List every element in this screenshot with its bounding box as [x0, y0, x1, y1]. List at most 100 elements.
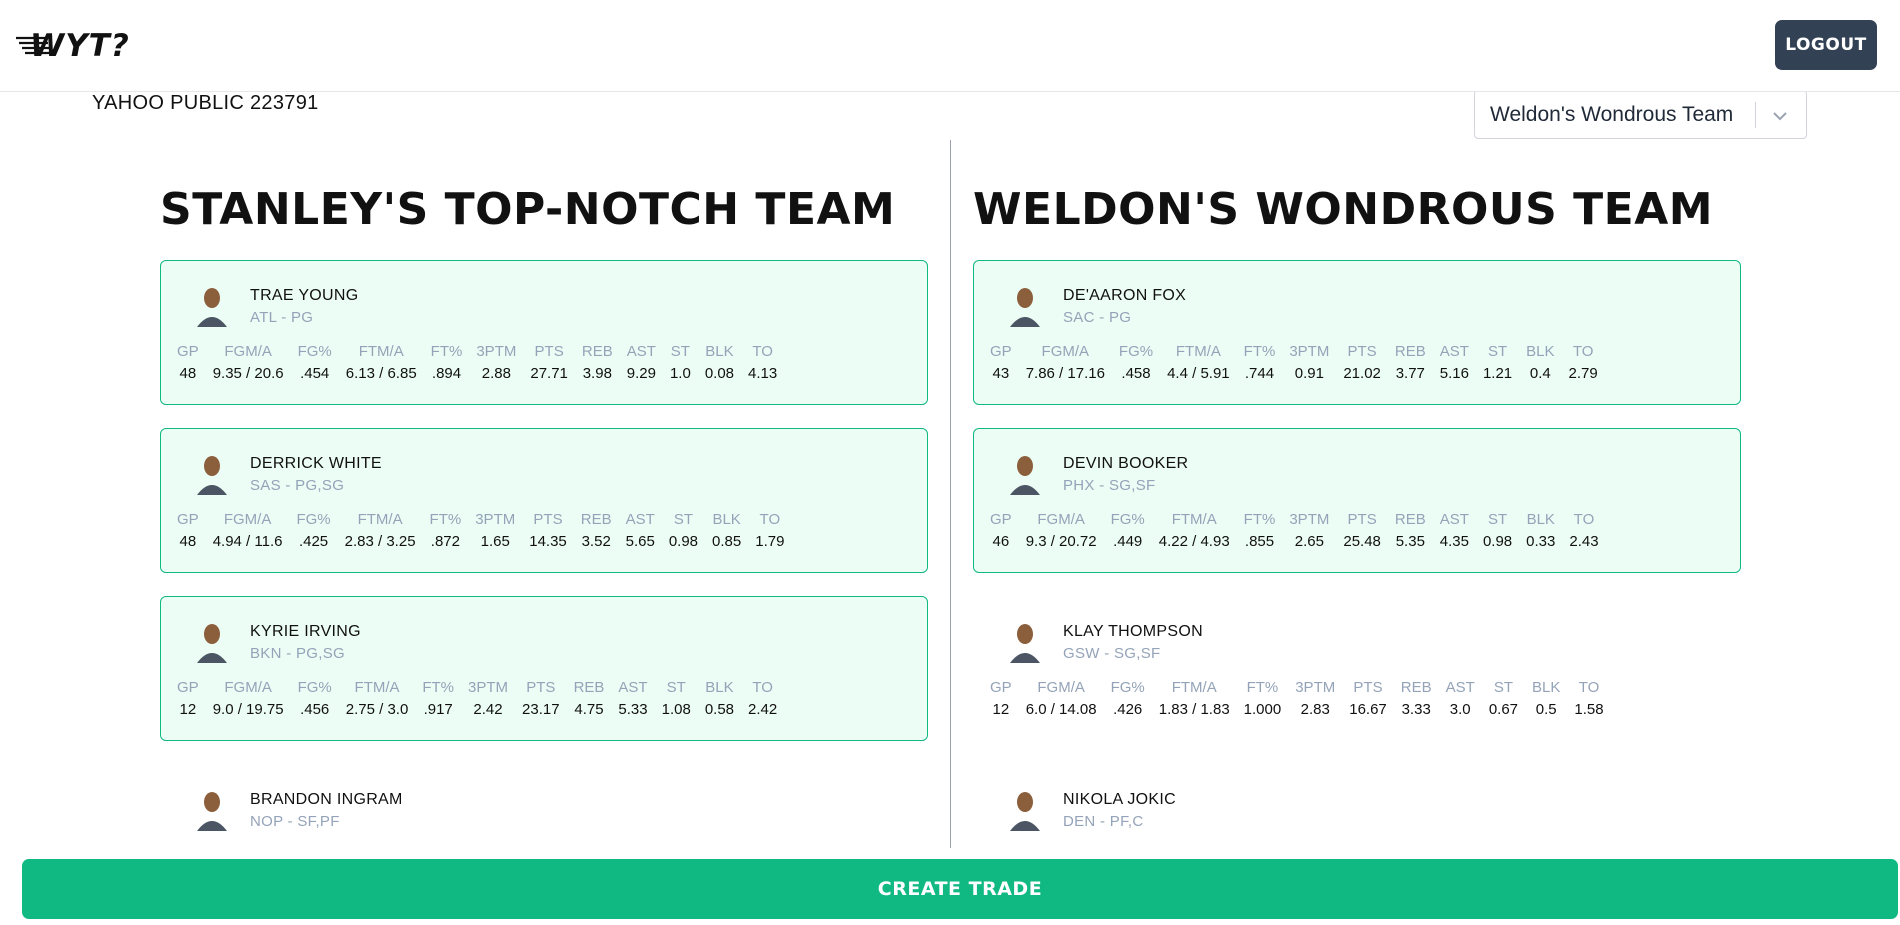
stat-column: AST 3.0 [1446, 677, 1475, 721]
stat-column: FT% 1.000 [1244, 677, 1282, 721]
stat-value: .454 [300, 365, 330, 382]
stat-value: 3.0 [1449, 701, 1471, 718]
stat-header: BLK [705, 679, 734, 696]
stat-value: 3.52 [581, 533, 611, 550]
stat-column: REB 3.77 [1395, 341, 1426, 385]
stat-column: PTS 25.48 [1343, 509, 1381, 553]
stat-value: .917 [423, 701, 453, 718]
player-avatar-icon [1010, 456, 1040, 495]
stat-column: ST 1.0 [670, 341, 691, 385]
player-stats-row: GP 46 FGM/A 9.3 / 20.72 FG% .449 FTM/A 4.22 / 4… [990, 509, 1613, 553]
stat-value: 2.79 [1568, 365, 1598, 382]
stat-value: 9.3 / 20.72 [1025, 533, 1097, 550]
stat-header: ST [666, 679, 686, 696]
stat-header: FT% [429, 511, 462, 528]
stat-header: GP [990, 679, 1012, 696]
player-card[interactable]: KYRIE IRVING BKN - PG,SG GP 12 FGM/A 9.0 / 19… [160, 596, 928, 741]
stat-header: ST [670, 343, 690, 360]
stat-value: 6.13 / 6.85 [345, 365, 417, 382]
stat-column: ST 0.67 [1489, 677, 1518, 721]
stat-value: 9.35 / 20.6 [212, 365, 284, 382]
stat-column: REB 3.52 [581, 509, 612, 553]
stat-value: 1.21 [1482, 365, 1513, 382]
stat-value: 1.08 [661, 701, 691, 718]
stat-header: AST [618, 679, 648, 696]
stat-column: FG% .456 [298, 677, 332, 721]
stat-header: TO [752, 343, 773, 360]
stat-value: 5.35 [1395, 533, 1425, 550]
stat-column: AST 5.65 [626, 509, 655, 553]
stat-column: FTM/A 1.83 / 1.83 [1159, 677, 1230, 721]
stat-header: TO [1573, 511, 1595, 528]
player-card[interactable]: DERRICK WHITE SAS - PG,SG GP 48 FGM/A 4.94 / … [160, 428, 928, 573]
stat-value: 1.58 [1574, 701, 1604, 718]
app-logo[interactable]: WYT? [16, 28, 151, 64]
stat-column: ST 0.98 [1483, 509, 1512, 553]
stat-column: 3PTM 2.83 [1295, 677, 1335, 721]
stat-column: BLK 0.85 [712, 509, 741, 553]
stat-value: 7.86 / 17.16 [1025, 365, 1105, 382]
stat-header: BLK [1526, 343, 1555, 360]
stat-header: FGM/A [1037, 511, 1085, 528]
stat-header: BLK [1532, 679, 1561, 696]
left-team-title: STANLEY'S TOP-NOTCH TEAM [160, 184, 896, 235]
stat-value: .872 [430, 533, 460, 550]
stat-header: PTS [1347, 511, 1377, 528]
stat-header: FGM/A [224, 679, 272, 696]
stat-value: .426 [1113, 701, 1143, 718]
stat-header: FT% [422, 679, 454, 696]
stat-header: GP [990, 511, 1012, 528]
stat-column: REB 3.33 [1401, 677, 1432, 721]
stat-column: AST 9.29 [627, 341, 656, 385]
stat-column: 3PTM 2.65 [1289, 509, 1329, 553]
stat-header: BLK [712, 511, 741, 528]
player-team-position: NOP - SF,PF [250, 813, 340, 830]
stat-column: AST 4.35 [1440, 509, 1469, 553]
stat-header: FTM/A [358, 343, 404, 360]
team-select[interactable]: Weldon's Wondrous Team [1474, 90, 1807, 139]
player-card[interactable]: DEVIN BOOKER PHX - SG,SF GP 46 FGM/A 9.3 / 20… [973, 428, 1741, 573]
stat-column: GP 48 [177, 341, 199, 385]
stat-header: FT% [1246, 679, 1279, 696]
player-team-position: PHX - SG,SF [1063, 477, 1156, 494]
stat-value: 0.91 [1294, 365, 1324, 382]
player-avatar-icon [197, 456, 227, 495]
stat-header: ST [673, 511, 694, 528]
stat-value: 9.0 / 19.75 [212, 701, 284, 718]
stat-value: 4.22 / 4.93 [1158, 533, 1230, 550]
stat-column: PTS 21.02 [1343, 341, 1381, 385]
stat-value: 3.98 [582, 365, 612, 382]
player-card[interactable]: DE'AARON FOX SAC - PG GP 43 FGM/A 7.86 / 17.1… [973, 260, 1741, 405]
stat-column: AST 5.33 [618, 677, 647, 721]
player-card[interactable]: TRAE YOUNG ATL - PG GP 48 FGM/A 9.35 / 20.6 FG… [160, 260, 928, 405]
stat-header: AST [626, 343, 656, 360]
stat-column: TO 2.42 [748, 677, 777, 721]
player-card[interactable]: KLAY THOMPSON GSW - SG,SF GP 12 FGM/A 6.0 / 1… [973, 596, 1741, 741]
stat-column: FTM/A 2.83 / 3.25 [345, 509, 416, 553]
stat-column: FT% .872 [430, 509, 462, 553]
create-trade-button[interactable]: CREATE TRADE [22, 859, 1898, 919]
stat-column: FTM/A 4.4 / 5.91 [1167, 341, 1230, 385]
stat-value: 46 [992, 533, 1010, 550]
chevron-down-icon[interactable] [1767, 103, 1793, 129]
stat-value: 23.17 [522, 701, 560, 718]
stat-value: 0.67 [1488, 701, 1519, 718]
stat-value: 5.65 [625, 533, 655, 550]
stat-value: 0.5 [1535, 701, 1557, 718]
stat-header: FTM/A [357, 511, 403, 528]
stat-column: TO 4.13 [748, 341, 777, 385]
stat-value: 4.13 [748, 365, 778, 382]
logout-button[interactable]: LOGOUT [1775, 20, 1877, 70]
top-header: WYT? LOGOUT [0, 0, 1900, 92]
stat-value: .456 [300, 701, 330, 718]
stat-column: BLK 0.5 [1532, 677, 1560, 721]
stat-header: AST [1439, 511, 1469, 528]
stat-column: FG% .458 [1119, 341, 1153, 385]
right-team-column: WELDON'S WONDROUS TEAM DE'AARON FOX SAC -… [973, 180, 1743, 909]
stat-column: FG% .454 [298, 341, 332, 385]
stat-value: 4.4 / 5.91 [1167, 365, 1230, 382]
stat-column: FGM/A 9.35 / 20.6 [213, 341, 284, 385]
player-stats-row: GP 12 FGM/A 9.0 / 19.75 FG% .456 FTM/A 2.75 / 3… [177, 677, 791, 721]
stat-value: 4.35 [1439, 533, 1469, 550]
stat-column: FGM/A 6.0 / 14.08 [1026, 677, 1097, 721]
